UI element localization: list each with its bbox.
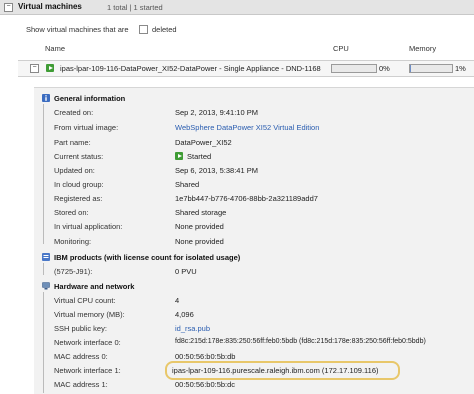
vm-details-panel [34, 87, 474, 394]
cloud-group-label: In cloud group: [54, 180, 104, 189]
column-header-cpu[interactable]: CPU [333, 44, 349, 53]
cloud-group-value: Shared [175, 180, 199, 189]
collapse-section-toggle[interactable]: − [4, 3, 13, 12]
virtual-app-label: In virtual application: [54, 222, 122, 231]
hardware-icon [42, 282, 50, 290]
part-name-value: DataPower_XI52 [175, 138, 232, 147]
product-id-label: (5725-J91): [54, 267, 92, 276]
stored-on-label: Stored on: [54, 208, 89, 217]
ssh-key-label: SSH public key: [54, 324, 107, 333]
mac-address-0-value: 00:50:56:b0:5b:db [175, 352, 235, 361]
ibm-products-title: IBM products (with license count for iso… [54, 253, 240, 262]
cpu-usage-label: 0% [379, 64, 390, 73]
from-image-label: From virtual image: [54, 123, 118, 132]
network-interface-1-label: Network interface 1: [54, 366, 121, 375]
created-on-value: Sep 2, 2013, 9:41:10 PM [175, 108, 258, 117]
part-name-label: Part name: [54, 138, 91, 147]
ssh-key-link[interactable]: id_rsa.pub [175, 324, 210, 333]
registered-as-value: 1e7bb447-b776-4706-88bb-2a321189add7 [175, 194, 318, 203]
product-pvu-value: 0 PVU [175, 267, 197, 276]
monitoring-label: Monitoring: [54, 237, 91, 246]
started-status-icon [175, 152, 183, 160]
cpu-usage-bar [331, 64, 377, 73]
stored-on-value: Shared storage [175, 208, 226, 217]
vcpu-value: 4 [175, 296, 179, 305]
expand-row-toggle[interactable]: − [30, 64, 39, 73]
status-value: Started [187, 152, 211, 161]
virtual-machines-header: − Virtual machines 1 total | 1 started [0, 0, 474, 15]
status-label: Current status: [54, 152, 103, 161]
updated-on-value: Sep 6, 2013, 5:38:41 PM [175, 166, 258, 175]
mac-address-1-label: MAC address 1: [54, 380, 108, 389]
memory-usage-label: 1% [455, 64, 466, 73]
vm-name[interactable]: ipas-lpar-109-116-DataPower_XI52-DataPow… [60, 64, 321, 73]
network-interface-0-label: Network interface 0: [54, 338, 121, 347]
created-on-label: Created on: [54, 108, 93, 117]
updated-on-label: Updated on: [54, 166, 95, 175]
vmem-value: 4,096 [175, 310, 194, 319]
network-interface-1-value: ipas-lpar-109-116.purescale.raleigh.ibm.… [172, 366, 379, 375]
general-tree-line [43, 104, 44, 244]
general-info-title: General information [54, 94, 125, 103]
mac-address-0-label: MAC address 0: [54, 352, 108, 361]
vm-count-summary: 1 total | 1 started [107, 3, 163, 12]
virtual-app-value: None provided [175, 222, 224, 231]
monitoring-value: None provided [175, 237, 224, 246]
ibm-products-icon [42, 253, 50, 261]
from-image-link[interactable]: WebSphere DataPower XI52 Virtual Edition [175, 123, 319, 132]
deleted-checkbox-label: deleted [152, 25, 177, 34]
network-interface-0-value: fd8c:215d:178e:835:250:56ff:feb0:5bdb (f… [175, 338, 426, 345]
column-header-memory[interactable]: Memory [409, 44, 436, 53]
mac-address-1-value: 00:50:56:b0:5b:dc [175, 380, 235, 389]
vmem-label: Virtual memory (MB): [54, 310, 125, 319]
hardware-network-title: Hardware and network [54, 282, 134, 291]
vcpu-label: Virtual CPU count: [54, 296, 116, 305]
hardware-tree-line [43, 292, 44, 393]
section-title: Virtual machines [18, 2, 82, 11]
registered-as-label: Registered as: [54, 194, 102, 203]
info-icon [42, 94, 50, 102]
memory-usage-bar [409, 64, 453, 73]
deleted-checkbox[interactable] [139, 25, 148, 34]
ibm-tree-line [43, 263, 44, 275]
filter-label: Show virtual machines that are [26, 25, 129, 34]
column-header-name[interactable]: Name [45, 44, 65, 53]
started-play-icon [46, 64, 54, 72]
